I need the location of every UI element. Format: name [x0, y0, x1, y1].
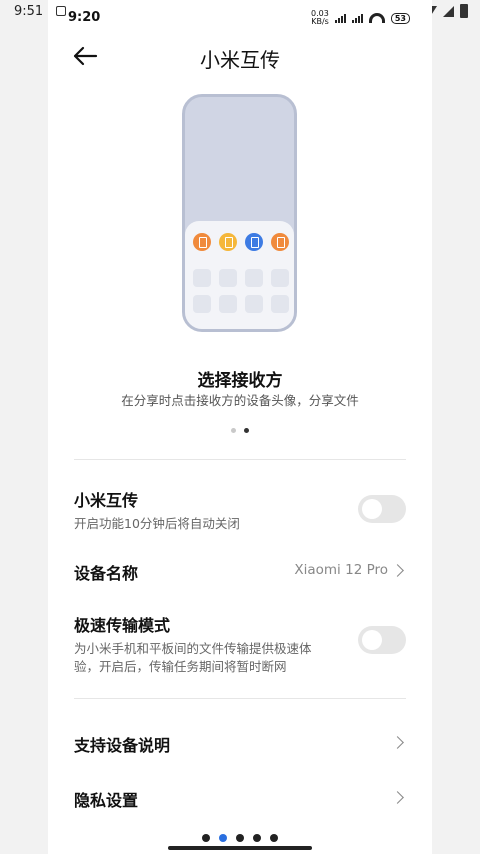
bottom-page-indicator	[202, 834, 278, 842]
signal-icon-2	[351, 13, 363, 23]
divider	[74, 459, 406, 460]
receiver-avatars	[193, 233, 289, 251]
signal-icon	[443, 5, 454, 17]
device-avatar-icon	[271, 233, 289, 251]
fast-mode-toggle[interactable]	[358, 626, 406, 654]
intro-subtitle: 在分享时点击接收方的设备头像，分享文件	[121, 393, 359, 408]
phone-illustration	[182, 94, 297, 332]
share-sheet-illustration	[185, 221, 294, 329]
page-dot	[202, 834, 210, 842]
page-title: 小米互传	[200, 48, 280, 72]
fast-mode-desc-line1: 为小米手机和平板间的文件传输提供极速体	[74, 641, 312, 656]
signal-icon	[334, 13, 346, 23]
network-speed-unit: KB/s	[311, 17, 329, 26]
privacy-row[interactable]: 隐私设置	[74, 787, 406, 811]
status-icons: 0.03 KB/s 53	[311, 10, 410, 26]
fast-mode-desc: 为小米手机和平板间的文件传输提供极速体 验，开启后，传输任务期间将暂时断网	[74, 640, 359, 676]
mi-share-toggle[interactable]	[358, 495, 406, 523]
app-screen: 9:20 0.03 KB/s 53 小米互传 选择接收方 在分享时点击接收方的设…	[48, 0, 432, 854]
page-dot	[231, 428, 236, 433]
mi-share-desc: 开启功能10分钟后将自动关闭	[74, 516, 240, 531]
device-avatar-icon	[245, 233, 263, 251]
privacy-label: 隐私设置	[74, 791, 139, 810]
mi-share-label: 小米互传	[74, 491, 139, 510]
supported-devices-row[interactable]: 支持设备说明	[74, 732, 406, 756]
page-dot-active	[219, 834, 227, 842]
top-bar: 小米互传	[48, 36, 432, 76]
device-name-value: Xiaomi 12 Pro	[294, 562, 388, 578]
home-indicator[interactable]	[168, 846, 312, 850]
battery-indicator: 53	[390, 12, 410, 24]
intro-heading: 选择接收方	[197, 371, 283, 391]
fast-mode-desc-line2: 验，开启后，传输任务期间将暂时断网	[74, 659, 287, 674]
page-dot	[236, 834, 244, 842]
notification-icon	[56, 6, 66, 16]
device-avatar-icon	[193, 233, 211, 251]
intro-page-indicator	[48, 428, 432, 433]
wifi-icon	[368, 13, 385, 23]
network-speed: 0.03 KB/s	[311, 10, 329, 26]
page-dot	[270, 834, 278, 842]
fast-mode-row[interactable]: 极速传输模式 为小米手机和平板间的文件传输提供极速体 验，开启后，传输任务期间将…	[74, 612, 406, 674]
app-grid-placeholder	[193, 269, 289, 313]
status-bar: 9:20 0.03 KB/s 53	[48, 0, 432, 34]
supported-devices-label: 支持设备说明	[74, 736, 171, 755]
mi-share-row[interactable]: 小米互传 开启功能10分钟后将自动关闭	[74, 487, 406, 531]
host-clock: 9:51	[14, 4, 44, 19]
divider	[74, 698, 406, 699]
page-dot	[253, 834, 261, 842]
fast-mode-label: 极速传输模式	[74, 616, 171, 635]
device-avatar-icon	[219, 233, 237, 251]
battery-icon	[460, 4, 468, 18]
status-clock: 9:20	[68, 10, 101, 25]
device-name-row[interactable]: 设备名称 Xiaomi 12 Pro	[74, 560, 406, 584]
page-dot-active	[244, 428, 249, 433]
